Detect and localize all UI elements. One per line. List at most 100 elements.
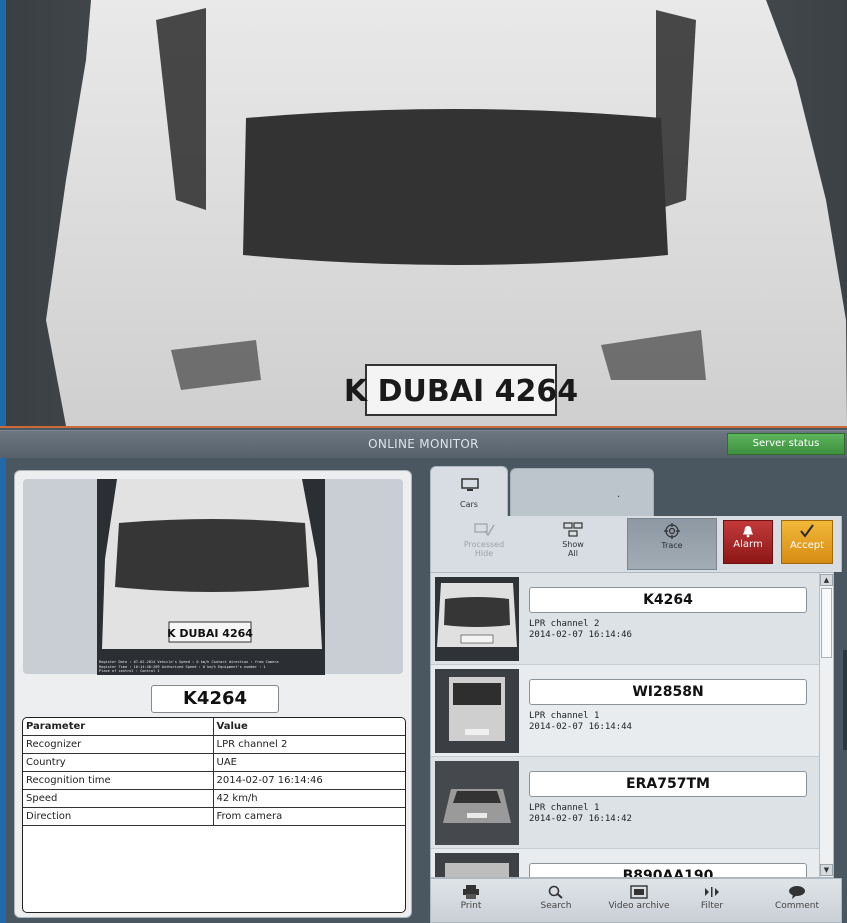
event-channel: LPR channel 1 <box>529 711 600 721</box>
tab-secondary-label: . <box>617 489 621 500</box>
camera-frame: K DUBAI 4264 <box>6 0 847 426</box>
print-button[interactable]: Print <box>449 883 493 921</box>
window-edge <box>843 650 847 750</box>
events-toolbar: Processed Hide Show All Trace Alarm Acce… <box>430 516 842 572</box>
table-row[interactable]: Country UAE <box>23 753 405 772</box>
monitor-header: ONLINE MONITOR Server status <box>0 430 847 458</box>
photo-caption: Register Date : 07-02-2014 Vehicle's Spe… <box>99 660 323 674</box>
parameter-cell: Country <box>23 753 214 772</box>
trace-label: Trace <box>661 541 683 550</box>
caption-line: Place of control : Control 1 <box>99 669 160 674</box>
event-time: 2014-02-07 16:14:42 <box>529 814 632 824</box>
event-channel: LPR channel 2 <box>529 619 600 629</box>
event-thumbnail <box>435 761 519 845</box>
bell-icon <box>743 526 753 538</box>
comment-label: Comment <box>774 901 820 911</box>
parameter-table: Parameter Value Recognizer LPR channel 2… <box>22 717 406 913</box>
alarm-label: Alarm <box>733 539 763 550</box>
event-plate: K4264 <box>529 587 807 613</box>
table-row[interactable]: Recognizer LPR channel 2 <box>23 735 405 754</box>
scroll-up-icon[interactable]: ▲ <box>820 574 833 586</box>
detail-car-image: K DUBAI 4264 <box>97 479 325 675</box>
list-item[interactable]: WI2858N LPR channel 1 2014-02-07 16:14:4… <box>431 665 821 757</box>
list-item[interactable]: ERA757TM LPR channel 1 2014-02-07 16:14:… <box>431 757 821 849</box>
recognition-list[interactable]: K4264 LPR channel 2 2014-02-07 16:14:46 … <box>430 572 834 878</box>
camera-car-image: K DUBAI 4264 <box>6 0 847 426</box>
alarm-button[interactable]: Alarm <box>723 520 773 564</box>
column-header: Parameter <box>23 718 214 736</box>
processed-label: Processed <box>463 540 505 549</box>
accept-button[interactable]: Accept <box>781 520 833 564</box>
filter-button[interactable]: Filter <box>687 883 737 921</box>
parameter-cell: Recognition time <box>23 771 214 790</box>
filter-label: Filter <box>700 901 724 911</box>
lpr-application: K DUBAI 4264 ONLINE MONITOR Server statu… <box>0 0 847 923</box>
value-cell: 42 km/h <box>213 789 405 808</box>
detail-photo[interactable]: K DUBAI 4264 Register Date : 07-02-2014 … <box>97 479 325 675</box>
car-thumbnail-image <box>435 577 519 661</box>
list-scrollbar[interactable]: ▲ ▼ <box>819 573 833 877</box>
value-cell: From camera <box>213 807 405 826</box>
event-thumbnail <box>435 669 519 753</box>
event-thumbnail <box>435 853 519 877</box>
event-plate: B890AA190 <box>529 863 807 877</box>
trace-button[interactable]: Trace <box>627 518 717 570</box>
event-time: 2014-02-07 16:14:44 <box>529 722 632 732</box>
accept-label: Accept <box>789 540 825 551</box>
monitor-title: ONLINE MONITOR <box>368 437 479 451</box>
show-all-icon <box>563 522 583 537</box>
checkmark-icon <box>800 524 814 538</box>
video-archive-icon <box>630 885 648 899</box>
sedan-thumbnail-image <box>435 761 519 845</box>
event-plate: ERA757TM <box>529 771 807 797</box>
table-row[interactable]: Recognition time 2014-02-07 16:14:46 <box>23 771 405 790</box>
value-cell: UAE <box>213 753 405 772</box>
show-all-button[interactable]: Show All <box>543 522 603 568</box>
video-archive-label: Video archive <box>608 901 670 911</box>
scroll-down-icon[interactable]: ▼ <box>820 864 833 876</box>
printer-icon <box>463 885 479 899</box>
detail-plate: K4264 <box>151 685 279 713</box>
print-label: Print <box>460 901 482 911</box>
video-archive-button[interactable]: Video archive <box>599 883 679 921</box>
detail-photo-plate: K DUBAI 4264 <box>167 627 253 640</box>
column-header: Value <box>213 718 405 736</box>
table-row[interactable]: Direction From camera <box>23 807 405 826</box>
search-icon <box>548 885 563 899</box>
crosshair-icon <box>664 523 680 539</box>
truck-thumbnail-image <box>435 669 519 753</box>
filter-icon <box>705 887 719 897</box>
comment-icon <box>789 886 805 899</box>
table-row[interactable]: Speed 42 km/h <box>23 789 405 808</box>
list-item[interactable]: K4264 LPR channel 2 2014-02-07 16:14:46 <box>431 573 821 665</box>
comment-button[interactable]: Comment <box>767 883 827 921</box>
event-plate: WI2858N <box>529 679 807 705</box>
event-thumbnail <box>435 577 519 661</box>
camera-plate-text: K DUBAI 4264 <box>344 374 578 409</box>
parameter-cell: Recognizer <box>23 735 214 754</box>
processed-icon <box>474 523 495 537</box>
side-strip-lower <box>0 458 6 923</box>
search-label: Search <box>540 901 572 911</box>
all-label: All <box>568 549 578 558</box>
tab-cars[interactable]: Cars <box>430 466 508 518</box>
list-item[interactable]: B890AA190 <box>431 849 821 877</box>
processed-hide-button[interactable]: Processed Hide <box>449 522 519 568</box>
tab-cars-label: Cars <box>460 500 478 509</box>
event-time: 2014-02-07 16:14:46 <box>529 630 632 640</box>
tab-secondary[interactable]: . <box>510 468 654 518</box>
hide-label: Hide <box>474 549 494 558</box>
server-status-button[interactable]: Server status <box>727 433 845 455</box>
camera-view[interactable]: K DUBAI 4264 <box>0 0 847 428</box>
search-button[interactable]: Search <box>531 883 581 921</box>
scroll-thumb[interactable] <box>821 588 832 658</box>
event-channel: LPR channel 1 <box>529 803 600 813</box>
car-thumbnail-image <box>435 853 519 877</box>
table-header-row: Parameter Value <box>23 718 405 736</box>
bottom-toolbar: Print Search Video archive Filter Commen… <box>430 878 842 923</box>
monitor-icon <box>461 478 479 491</box>
value-cell: LPR channel 2 <box>213 735 405 754</box>
parameter-cell: Direction <box>23 807 214 826</box>
events-panel: Cars . Processed Hide Show All Trace Ala… <box>428 464 844 923</box>
value-cell: 2014-02-07 16:14:46 <box>213 771 405 790</box>
